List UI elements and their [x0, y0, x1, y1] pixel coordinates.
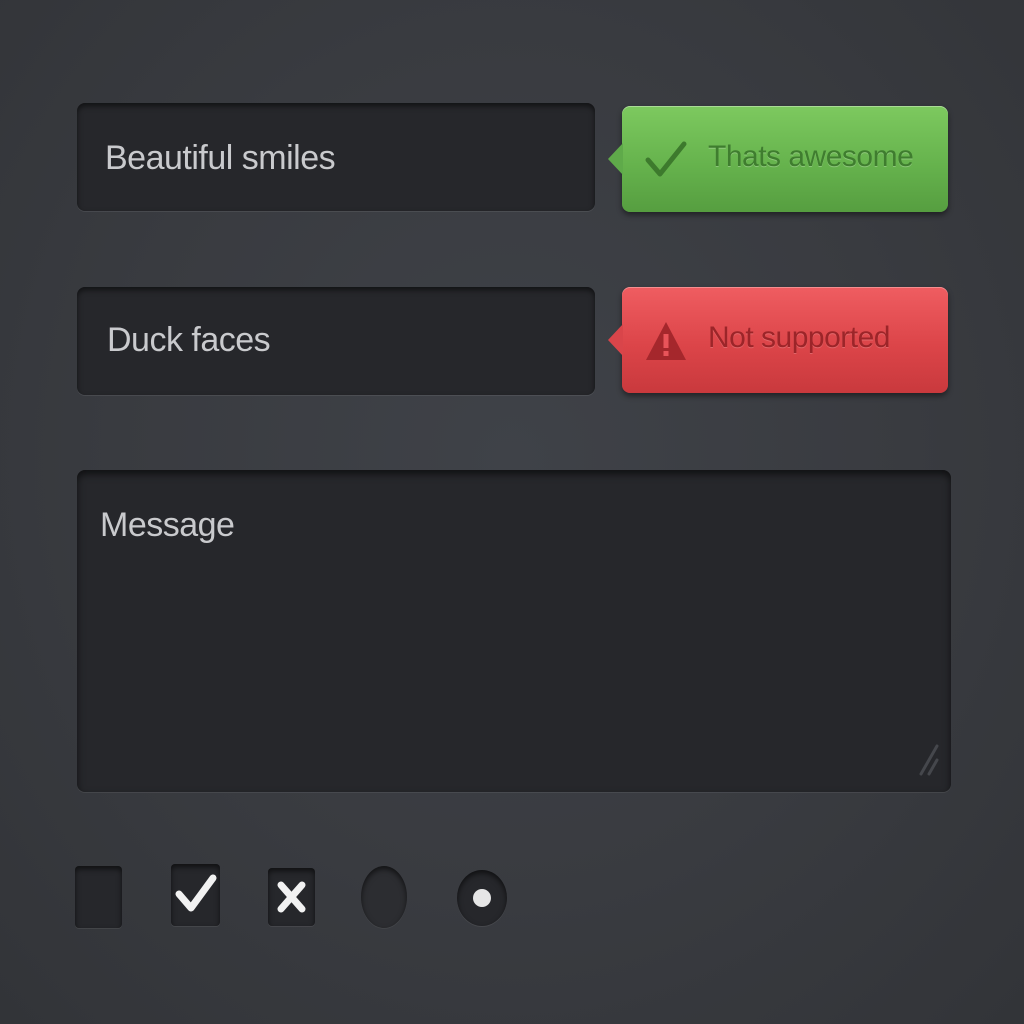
message-textarea[interactable]: Message	[77, 470, 951, 792]
radio-dot-icon	[473, 889, 491, 907]
radio-unselected[interactable]	[361, 866, 407, 928]
check-icon	[175, 874, 217, 912]
error-tooltip-text: Not supported	[708, 321, 890, 354]
checkbox-unchecked[interactable]	[75, 866, 122, 928]
success-tooltip-text: Thats awesome	[708, 140, 914, 173]
checkmark-icon	[645, 141, 687, 177]
warning-icon	[646, 322, 686, 360]
text-field-value: Duck faces	[107, 321, 271, 359]
checkbox-crossed[interactable]	[268, 868, 315, 926]
text-field-value: Beautiful smiles	[105, 139, 336, 177]
success-tooltip: Thats awesome	[608, 106, 948, 212]
text-field-duck-faces[interactable]: Duck faces	[77, 287, 595, 395]
x-icon	[277, 881, 306, 913]
checkbox-checked[interactable]	[171, 864, 220, 926]
message-placeholder: Message	[100, 506, 235, 544]
text-field-beautiful-smiles[interactable]: Beautiful smiles	[77, 103, 595, 211]
error-tooltip: Not supported	[608, 287, 948, 393]
radio-selected[interactable]	[457, 870, 507, 926]
resize-handle-icon[interactable]	[915, 718, 941, 778]
